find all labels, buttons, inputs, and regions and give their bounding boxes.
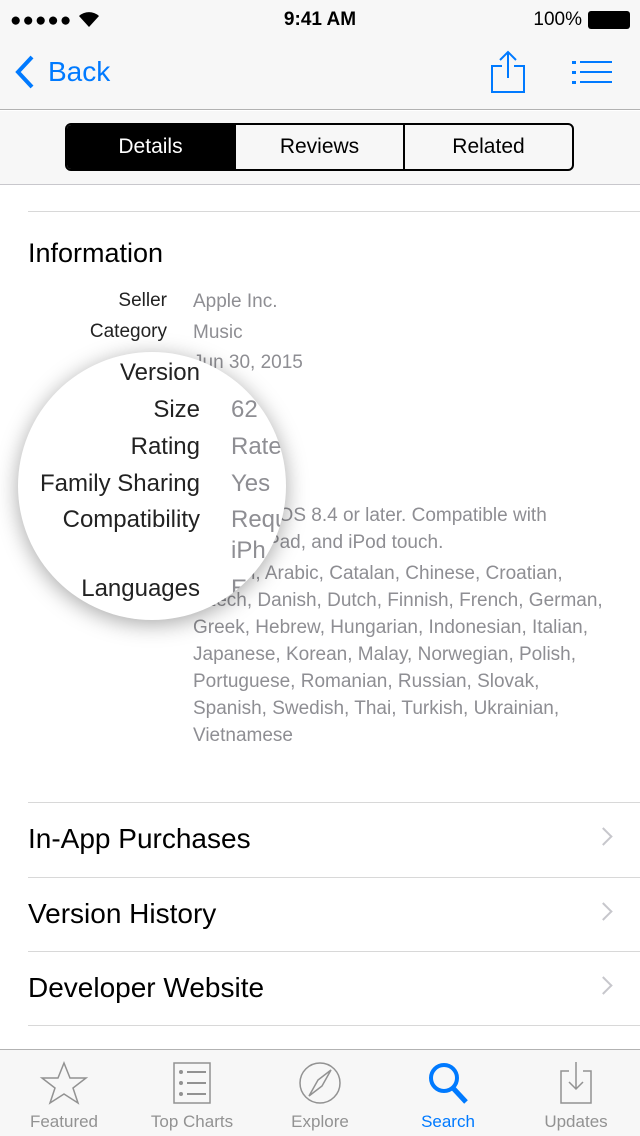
tab-label: Updates xyxy=(544,1112,608,1131)
list-icon[interactable] xyxy=(572,60,614,86)
divider xyxy=(28,1025,640,1026)
row-in-app-purchases[interactable]: In-App Purchases xyxy=(28,802,640,877)
segmented-control: Details Reviews Related xyxy=(65,123,574,171)
tab-featured[interactable]: Featured xyxy=(0,1050,128,1136)
status-bar: ●●●●● 9:41 AM 100% xyxy=(0,0,640,40)
row-version-history[interactable]: Version History xyxy=(28,877,640,952)
segment-bar: Details Reviews Related xyxy=(0,111,640,185)
search-icon xyxy=(429,1063,468,1104)
compass-icon xyxy=(299,1062,341,1104)
category-label: Category xyxy=(89,321,167,342)
compatibility-mag-2: iPh xyxy=(231,537,266,564)
rating-value: Rate xyxy=(231,433,282,460)
tab-updates[interactable]: Updates xyxy=(512,1050,640,1136)
segment-reviews[interactable]: Reviews xyxy=(236,125,405,169)
section-title: Information xyxy=(28,238,164,268)
family-sharing-value: Yes xyxy=(231,470,271,497)
family-sharing-label: Family Sharing xyxy=(39,470,200,497)
row-label: Version History xyxy=(28,898,217,929)
row-developer-website[interactable]: Developer Website xyxy=(28,951,640,1026)
battery-percent: 100% xyxy=(533,9,582,30)
version-label: Version xyxy=(119,359,200,386)
tab-explore[interactable]: Explore xyxy=(256,1050,384,1136)
row-label: Developer Website xyxy=(28,972,265,1003)
share-icon[interactable] xyxy=(490,50,526,94)
tab-search[interactable]: Search xyxy=(384,1050,512,1136)
back-label: Back xyxy=(48,56,111,87)
size-value: 62 xyxy=(231,396,258,423)
seller-label: Seller xyxy=(118,290,167,311)
chevron-right-icon xyxy=(594,827,613,846)
navigation-bar: Back xyxy=(0,40,640,110)
chevron-left-icon xyxy=(15,55,34,89)
category-value: Music xyxy=(193,322,243,343)
download-icon xyxy=(560,1062,592,1104)
chevron-right-icon xyxy=(594,902,613,921)
languages-mag: E xyxy=(231,575,248,602)
languages-label: Languages xyxy=(81,575,200,602)
divider xyxy=(28,211,640,212)
rating-label: Rating xyxy=(130,433,200,460)
tab-label: Search xyxy=(421,1112,475,1131)
tab-label: Explore xyxy=(291,1112,349,1131)
segment-details[interactable]: Details xyxy=(67,125,236,169)
compatibility-mag-1: Requ xyxy=(231,506,286,533)
top-charts-icon xyxy=(173,1062,211,1104)
battery-icon xyxy=(588,11,630,29)
chevron-right-icon xyxy=(594,976,613,995)
segment-related[interactable]: Related xyxy=(405,125,572,169)
tab-bar: Featured Top Charts Explore Search Updat… xyxy=(0,1049,640,1136)
tab-label: Featured xyxy=(29,1112,99,1131)
back-button[interactable]: Back xyxy=(14,54,110,90)
seller-value: Apple Inc. xyxy=(193,291,278,312)
star-icon xyxy=(39,1060,89,1105)
magnifier: Version Size 62 Rating Rate Family Shari… xyxy=(18,352,286,620)
compatibility-label: Compatibility xyxy=(62,506,200,533)
row-label: In-App Purchases xyxy=(28,823,251,854)
tab-label: Top Charts xyxy=(150,1112,234,1131)
size-label: Size xyxy=(153,396,200,423)
tab-top-charts[interactable]: Top Charts xyxy=(128,1050,256,1136)
